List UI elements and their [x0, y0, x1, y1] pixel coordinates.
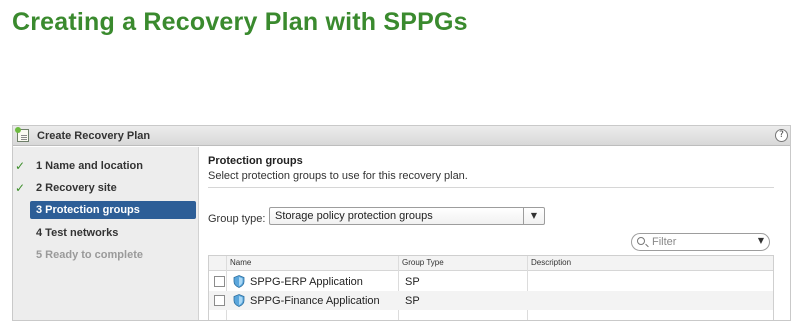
wizard-steps-nav: ✓ 1 Name and location ✓ 2 Recovery site …: [13, 147, 199, 320]
table-row[interactable]: SPPG-Finance Application SP: [209, 291, 773, 310]
divider: [208, 187, 774, 188]
filter-input[interactable]: Filter ▼: [631, 233, 770, 251]
help-icon[interactable]: ?: [775, 129, 788, 142]
wizard-step-label: 1 Name and location: [36, 160, 143, 172]
wizard-step-label: 3 Protection groups: [36, 204, 140, 216]
wizard-step-test-networks[interactable]: 4 Test networks: [13, 224, 199, 242]
wizard-step-label: 2 Recovery site: [36, 182, 117, 194]
wizard-step-label: 5 Ready to complete: [36, 249, 143, 261]
chevron-down-icon[interactable]: ▼: [758, 236, 764, 245]
row-name: SPPG-Finance Application: [250, 295, 380, 307]
create-recovery-plan-dialog: Create Recovery Plan ? ✓ 1 Name and loca…: [12, 125, 791, 321]
wizard-step-name-and-location[interactable]: ✓ 1 Name and location: [13, 157, 199, 175]
wizard-step-protection-groups[interactable]: 3 Protection groups: [30, 201, 196, 219]
column-header-description[interactable]: Description: [531, 258, 571, 267]
wizard-step-recovery-site[interactable]: ✓ 2 Recovery site: [13, 179, 199, 197]
recovery-plan-icon: [15, 127, 29, 142]
checkmark-icon: ✓: [15, 159, 26, 173]
dialog-title: Create Recovery Plan: [37, 130, 151, 142]
section-title: Protection groups: [208, 155, 303, 167]
wizard-step-label: 4 Test networks: [36, 227, 119, 239]
shield-icon: [233, 275, 245, 288]
dialog-titlebar: Create Recovery Plan ?: [13, 126, 790, 146]
chevron-down-icon[interactable]: ▼: [523, 208, 544, 224]
row-checkbox[interactable]: [214, 295, 225, 306]
shield-icon: [233, 294, 245, 307]
row-group-type: SP: [405, 295, 420, 307]
slide-title: Creating a Recovery Plan with SPPGs: [12, 8, 468, 36]
row-name: SPPG-ERP Application: [250, 276, 363, 288]
column-header-name[interactable]: Name: [230, 258, 251, 267]
checkmark-icon: ✓: [15, 181, 26, 195]
search-icon: [637, 237, 645, 245]
section-subtitle: Select protection groups to use for this…: [208, 170, 468, 182]
row-group-type: SP: [405, 276, 420, 288]
table-header: Name Group Type Description: [209, 256, 773, 271]
wizard-content: Protection groups Select protection grou…: [208, 147, 790, 320]
column-header-group-type[interactable]: Group Type: [402, 258, 444, 267]
filter-placeholder: Filter: [652, 236, 677, 248]
protection-groups-table: Name Group Type Description SPPG-ERP App…: [208, 255, 774, 320]
row-checkbox[interactable]: [214, 276, 225, 287]
group-type-value: Storage policy protection groups: [275, 210, 433, 222]
group-type-label: Group type:: [208, 213, 266, 225]
table-row[interactable]: SPPG-ERP Application SP: [209, 272, 773, 291]
group-type-select[interactable]: Storage policy protection groups ▼: [269, 207, 545, 225]
wizard-step-ready-to-complete: 5 Ready to complete: [13, 246, 199, 264]
